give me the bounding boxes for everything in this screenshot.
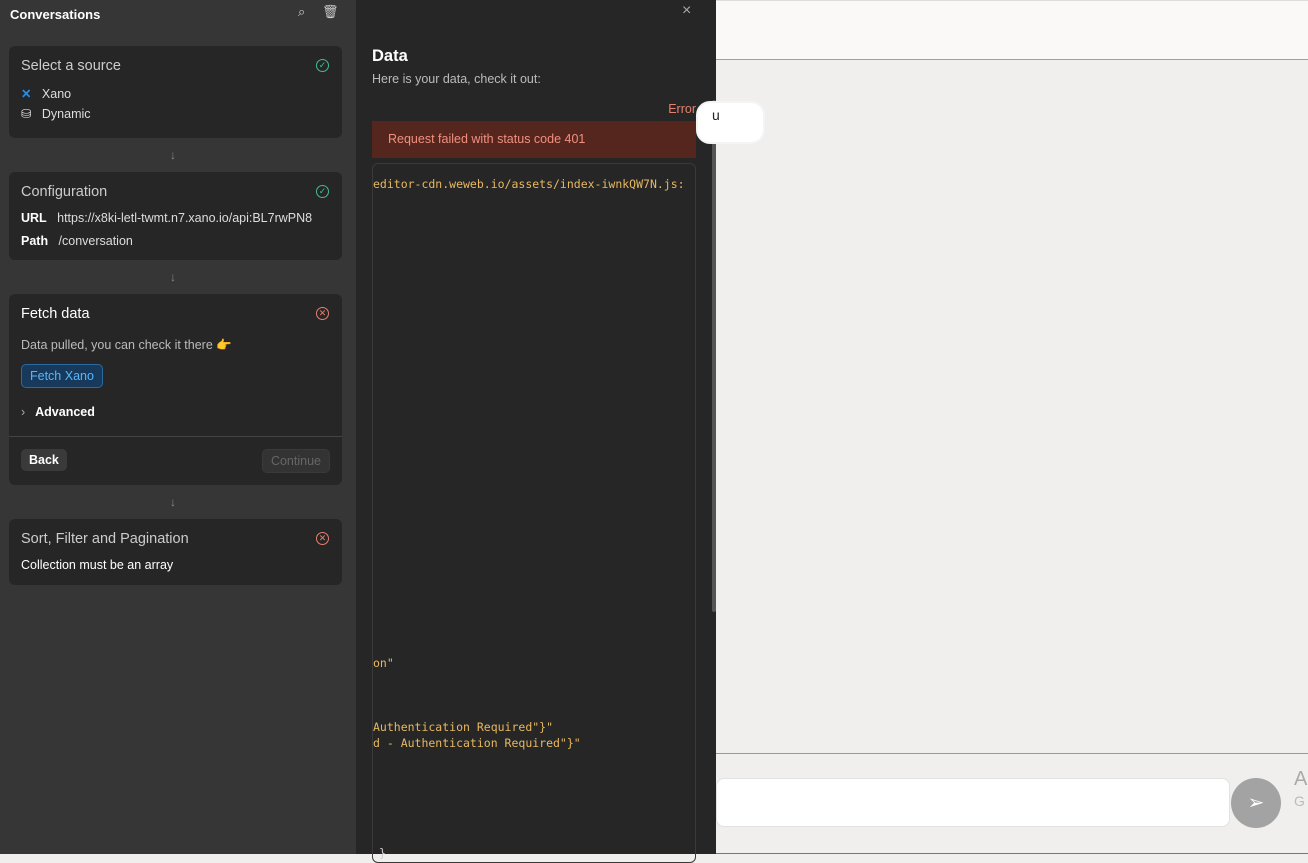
data-source-sidebar: Conversations ⌕ 🗑 Select a source ✓ ✕ Xa… — [0, 0, 356, 854]
arrow-down-icon: ↓ — [170, 270, 176, 284]
card-title: Sort, Filter and Pagination — [21, 531, 189, 547]
send-icon: ➢ — [1247, 792, 1265, 814]
url-value: https://x8ki-letl-twmt.n7.xano.io/api:BL… — [57, 211, 313, 225]
continue-button[interactable]: Continue — [261, 449, 330, 473]
search-icon[interactable]: ⌕ — [298, 4, 305, 20]
card-title: Configuration — [21, 184, 108, 200]
card-title: Fetch data — [21, 306, 90, 322]
fetch-xano-button[interactable]: Fetch Xano — [21, 364, 103, 388]
code-line: d - Authentication Required"}" — [373, 736, 581, 750]
source-label: Xano — [41, 87, 72, 101]
source-xano: ✕ Xano — [21, 86, 71, 101]
close-icon[interactable]: × — [682, 2, 691, 20]
send-button[interactable]: ➢ — [1231, 778, 1281, 828]
pointing-hand-icon: 👉 — [216, 338, 232, 352]
status-label: Error — [668, 102, 696, 116]
panel-title: Data — [372, 47, 408, 65]
code-line: editor-cdn.weweb.io/assets/index-iwnkQW7… — [373, 177, 685, 191]
configuration-card[interactable]: Configuration ✓ URL https://x8ki-letl-tw… — [9, 172, 342, 260]
source-dynamic: ⛁ Dynamic — [21, 106, 91, 121]
message-input[interactable] — [716, 778, 1230, 827]
xano-icon: ✕ — [21, 87, 32, 101]
advanced-label: Advanced — [35, 405, 95, 419]
check-icon: ✓ — [316, 185, 329, 198]
fetch-data-card: Fetch data ✕ Data pulled, you can check … — [9, 294, 342, 485]
sort-filter-card[interactable]: Sort, Filter and Pagination ✕ Collection… — [9, 519, 342, 585]
path-value: /conversation — [58, 234, 133, 248]
code-line: Authentication Required"}" — [373, 720, 554, 734]
error-banner: Request failed with status code 401 — [372, 121, 696, 158]
message-bubble: u — [696, 101, 765, 144]
side-text: G — [1294, 793, 1305, 809]
database-icon: ⛁ — [21, 107, 32, 121]
chevron-right-icon: › — [21, 405, 26, 419]
chat-header — [716, 0, 1308, 60]
select-source-card[interactable]: Select a source ✓ ✕ Xano ⛁ Dynamic — [9, 46, 342, 138]
code-line: } — [379, 846, 386, 860]
trash-icon[interactable]: 🗑 — [322, 4, 339, 20]
card-title: Select a source — [21, 58, 121, 74]
source-label: Dynamic — [41, 107, 91, 121]
code-viewer: editor-cdn.weweb.io/assets/index-iwnkQW7… — [372, 163, 696, 863]
sort-error-text: Collection must be an array — [21, 558, 174, 572]
fetch-text: Data pulled, you can check it there — [21, 338, 213, 352]
divider — [9, 436, 342, 437]
advanced-toggle[interactable]: › Advanced — [21, 405, 95, 419]
url-label: URL — [21, 211, 47, 225]
code-line: on" — [373, 656, 394, 670]
arrow-down-icon: ↓ — [170, 148, 176, 162]
side-text: A — [1294, 768, 1308, 790]
error-icon: ✕ — [316, 307, 329, 320]
panel-subtitle: Here is your data, check it out: — [372, 72, 541, 86]
back-button[interactable]: Back — [21, 449, 67, 471]
path-label: Path — [21, 234, 49, 248]
arrow-down-icon: ↓ — [170, 495, 176, 509]
check-icon: ✓ — [316, 59, 329, 72]
error-icon: ✕ — [316, 532, 329, 545]
sidebar-title: Conversations — [10, 7, 101, 22]
chat-preview: u ➢ A G — [696, 0, 1308, 854]
